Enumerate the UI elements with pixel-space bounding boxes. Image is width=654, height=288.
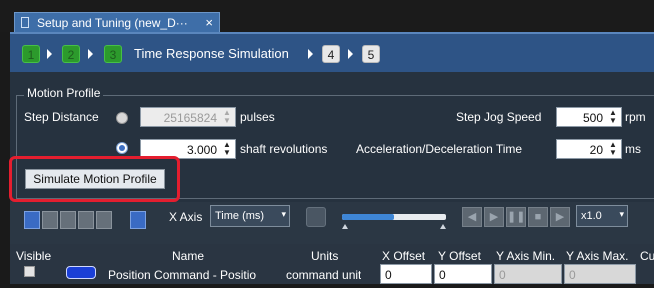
- step-jog-speed-label: Step Jog Speed: [456, 110, 542, 124]
- stop-icon[interactable]: ■: [528, 207, 548, 227]
- skip-forward-icon[interactable]: ▶: [550, 207, 570, 227]
- close-icon[interactable]: ×: [205, 15, 213, 30]
- ms-unit-label: ms: [625, 142, 641, 156]
- chevron-right-icon: [88, 49, 93, 59]
- chevron-right-icon: [47, 49, 52, 59]
- tab-setup-and-tuning[interactable]: Setup and Tuning (new_D··· ×: [14, 12, 220, 32]
- accel-decel-time-field[interactable]: 20 ▲ ▼: [556, 139, 622, 159]
- chevron-right-icon: [348, 49, 353, 59]
- column-header-units[interactable]: Units: [311, 249, 338, 263]
- row-y-axis-min-field[interactable]: 0: [494, 264, 562, 284]
- overlay-icon[interactable]: [96, 211, 112, 229]
- waveform-icon[interactable]: [78, 211, 94, 229]
- shaft-revolutions-unit-label: shaft revolutions: [240, 142, 328, 156]
- table-view-icon[interactable]: [130, 211, 146, 229]
- slider-end-marker[interactable]: [440, 224, 446, 229]
- column-header-y-offset[interactable]: Y Offset: [438, 249, 481, 263]
- motion-profile-title: Motion Profile: [24, 86, 104, 100]
- column-header-visible[interactable]: Visible: [16, 249, 51, 263]
- row-name-cell: Position Command - Positio: [108, 268, 257, 282]
- column-header-y-axis-min[interactable]: Y Axis Min.: [496, 249, 555, 263]
- chevron-right-icon: [308, 49, 313, 59]
- document-icon: [21, 17, 29, 28]
- zoom-slider-fill: [342, 214, 394, 220]
- spinner-icon[interactable]: ▲ ▼: [607, 109, 619, 125]
- tab-title: Setup and Tuning (new_D···: [37, 16, 188, 30]
- skip-back-icon[interactable]: ◀: [462, 207, 482, 227]
- spinner-icon[interactable]: ▲ ▼: [221, 109, 233, 125]
- link-icon[interactable]: [306, 207, 326, 227]
- play-icon[interactable]: ▶: [484, 207, 504, 227]
- row-y-offset-field[interactable]: 0: [434, 264, 492, 284]
- column-header-y-axis-max[interactable]: Y Axis Max.: [566, 249, 628, 263]
- step-distance-pulses-field[interactable]: 25165824 ▲ ▼: [140, 107, 236, 127]
- measure-icon[interactable]: [60, 211, 76, 229]
- column-header-x-offset[interactable]: X Offset: [382, 249, 425, 263]
- x-axis-dropdown[interactable]: Time (ms) ▾: [210, 205, 290, 227]
- x-axis-label: X Axis: [169, 210, 203, 224]
- grid-icon[interactable]: [24, 211, 40, 229]
- spinner-icon[interactable]: ▲ ▼: [221, 141, 233, 157]
- spinner-icon[interactable]: ▲ ▼: [607, 141, 619, 157]
- step-4-button[interactable]: 4: [322, 45, 340, 63]
- chevron-down-icon: ▾: [619, 209, 624, 219]
- step-distance-label: Step Distance: [24, 110, 99, 124]
- row-units-cell: command unit: [286, 268, 362, 282]
- column-header-name[interactable]: Name: [172, 249, 204, 263]
- step-distance-pulses-radio[interactable]: [116, 112, 128, 124]
- row-x-offset-field[interactable]: 0: [380, 264, 432, 284]
- step-5-button[interactable]: 5: [362, 45, 380, 63]
- step-2-button[interactable]: 2: [62, 45, 80, 63]
- shaft-revolutions-radio[interactable]: [116, 142, 128, 154]
- series-color-swatch[interactable]: [66, 266, 96, 279]
- row-y-axis-max-field[interactable]: 0: [564, 264, 636, 284]
- pause-icon[interactable]: ❚❚: [506, 207, 526, 227]
- rpm-unit-label: rpm: [625, 110, 646, 124]
- current-step-title: Time Response Simulation: [134, 46, 289, 61]
- chevron-down-icon: ▾: [281, 209, 286, 219]
- column-header-cut[interactable]: Cu: [640, 249, 654, 263]
- highlight-annotation: [9, 156, 180, 202]
- slider-start-marker[interactable]: [342, 224, 348, 229]
- pulses-unit-label: pulses: [240, 110, 275, 124]
- step-1-button[interactable]: 1: [22, 45, 40, 63]
- accel-decel-time-label: Acceleration/Deceleration Time: [356, 142, 523, 156]
- visible-checkbox[interactable]: [24, 266, 35, 277]
- step-3-button[interactable]: 3: [104, 45, 122, 63]
- zoom-factor-dropdown[interactable]: x1.0 ▾: [576, 205, 628, 227]
- text-cursor-icon[interactable]: [42, 211, 58, 229]
- step-jog-speed-field[interactable]: 500 ▲ ▼: [556, 107, 622, 127]
